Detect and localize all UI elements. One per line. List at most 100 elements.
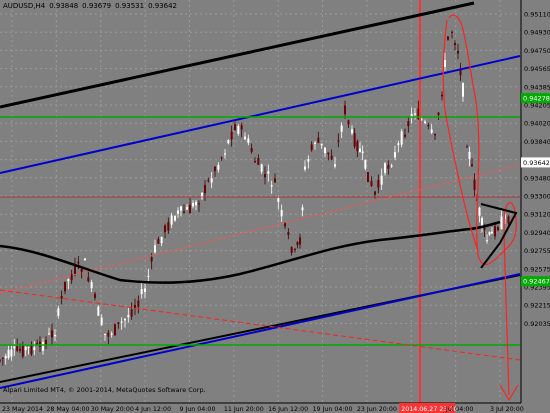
time-axis: 23 May 2014 28 May 04:00 30 May 20:00 4 Jun…	[0, 402, 550, 413]
price-tick-label: 0.93840	[524, 138, 550, 146]
candle-body	[27, 347, 30, 349]
low-value: 0.93531	[115, 2, 145, 10]
candle-body	[120, 321, 123, 323]
candle-body	[304, 166, 306, 170]
open-value: 0.93848	[49, 2, 79, 10]
candle-body	[39, 341, 41, 347]
candle-body	[90, 282, 93, 289]
price-axis: 0.95110 0.94930 0.94750 0.94565 0.94385 0.942…	[520, 0, 550, 403]
time-tick-label: 23 Jun 20:00	[357, 406, 397, 413]
candle-body	[24, 347, 27, 351]
candle-body	[84, 258, 86, 261]
candle-body	[301, 207, 304, 211]
price-tick-label: 0.92940	[524, 229, 550, 237]
candle-body	[1, 357, 4, 359]
candle-body	[214, 166, 216, 172]
candle-body	[488, 232, 491, 235]
candle-body	[434, 133, 436, 136]
candle-body	[114, 324, 116, 336]
candle-body	[183, 211, 185, 213]
candle-body	[180, 206, 182, 211]
candle-body	[144, 288, 146, 293]
chart-header: AUDUSD,H4 0.93848 0.93679 0.93531 0.9364…	[3, 2, 177, 10]
candle-body	[198, 203, 200, 205]
candle-body	[317, 137, 320, 143]
candle-body	[87, 277, 90, 282]
time-tick-label: 11 Jun 20:00	[224, 406, 264, 413]
candle-body	[370, 181, 373, 186]
candle-body	[127, 314, 130, 318]
candle-body	[130, 309, 133, 317]
time-tick-label: 23 May 2014	[2, 406, 43, 413]
candle-body	[500, 216, 503, 230]
price-tick-label: 0.94930	[524, 29, 550, 37]
candle-body	[374, 191, 376, 195]
candle-body	[164, 225, 166, 233]
price-label-text: 0.93642	[523, 159, 550, 167]
candle-body	[441, 94, 443, 97]
candle-body	[344, 105, 346, 115]
copyright-text: Alpari Limited MT4, © 2001-2014, MetaQuo…	[3, 386, 206, 394]
candle-body	[10, 349, 13, 357]
candle-body	[250, 148, 253, 152]
candle-body	[424, 121, 426, 124]
candle-body	[486, 240, 488, 242]
candle-body	[267, 171, 270, 174]
candle-body	[170, 215, 173, 225]
candle-body	[507, 216, 510, 224]
price-tick-label: 0.94020	[524, 120, 550, 128]
candle-body	[274, 178, 276, 183]
time-tick-label: 30 May 20:00	[91, 406, 134, 413]
candle-body	[257, 158, 260, 165]
candle-body	[307, 159, 310, 162]
candle-body	[361, 151, 364, 154]
candle-body	[237, 126, 240, 134]
candle-body	[473, 179, 476, 190]
candle-body	[264, 174, 266, 178]
price-tick-label: 0.93300	[524, 193, 550, 201]
price-label-text: 0.92467	[523, 278, 550, 286]
time-tick-label: 19 Jun 04:00	[313, 406, 353, 413]
price-tick-label: 0.92035	[524, 320, 550, 328]
candle-body	[0, 359, 1, 361]
symbol-label: AUDUSD,H4	[3, 2, 46, 10]
candle-body	[299, 237, 301, 245]
candle-body	[359, 148, 361, 152]
candle-body	[36, 343, 39, 345]
price-tick-label: 0.92575	[524, 265, 550, 273]
candle-body	[430, 129, 433, 133]
candle-body	[77, 261, 80, 264]
candle-body	[207, 180, 210, 182]
price-tick-label: 0.93120	[524, 211, 550, 219]
candle-body	[137, 300, 140, 307]
candle-body	[177, 210, 179, 214]
candle-body	[471, 164, 473, 166]
price-tick-label: 0.93480	[524, 174, 550, 182]
candle-body	[447, 36, 449, 40]
candle-body	[195, 201, 197, 206]
candle-body	[154, 245, 156, 253]
candle-body	[227, 140, 230, 144]
price-tick-label: 0.94750	[524, 47, 550, 55]
candle-body	[48, 333, 50, 335]
price-tick-label: 0.94565	[524, 65, 550, 73]
candle-body	[384, 163, 386, 173]
chart-window[interactable]: 0.95110 0.94930 0.94750 0.94565 0.94385 0.942…	[0, 0, 550, 413]
candle-body	[451, 31, 453, 33]
candle-body	[437, 112, 440, 116]
candle-body	[353, 133, 356, 147]
candle-body	[100, 317, 103, 326]
candle-body	[174, 215, 176, 221]
candle-body	[277, 198, 280, 202]
candle-body	[294, 249, 296, 251]
candle-body	[124, 318, 126, 321]
candle-body	[240, 125, 243, 130]
price-chart[interactable]: 0.95110 0.94930 0.94750 0.94565 0.94385 0.942…	[0, 0, 550, 413]
candle-body	[210, 178, 213, 183]
candle-body	[167, 222, 170, 231]
candle-body	[60, 296, 63, 299]
candle-body	[189, 204, 191, 214]
time-tick-label: 3 Jul 20:00	[490, 406, 524, 413]
candle-body	[94, 293, 96, 298]
candle-body	[224, 153, 226, 155]
